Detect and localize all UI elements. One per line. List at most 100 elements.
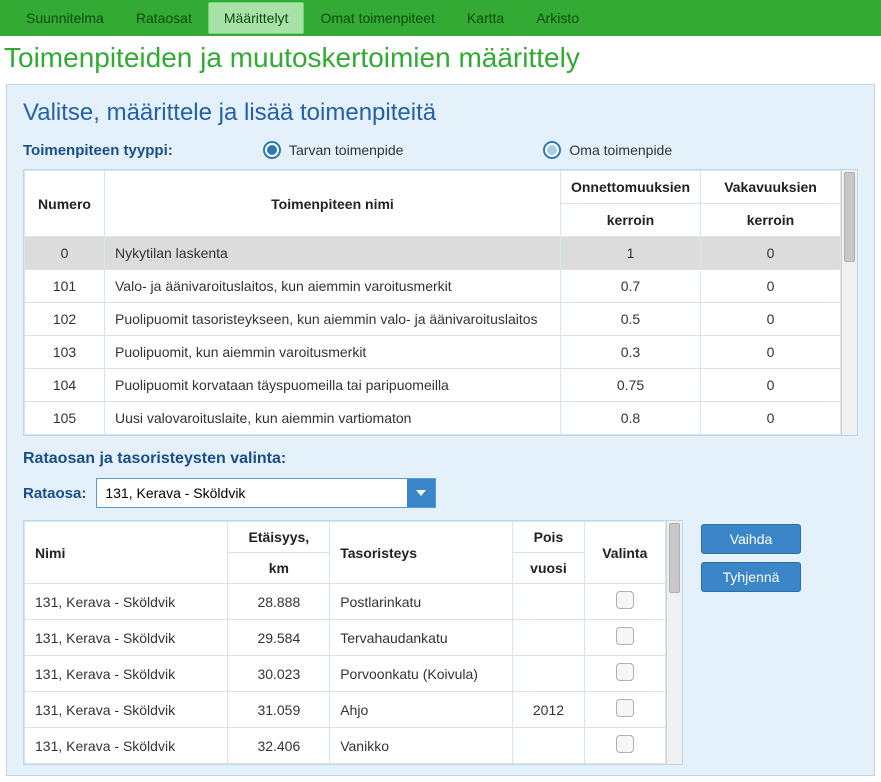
nav-item-arkisto[interactable]: Arkisto [520,2,595,34]
radio-oma[interactable]: Oma toimenpide [543,141,672,159]
rataosa-input[interactable] [97,479,407,507]
scroll-thumb[interactable] [669,523,680,593]
cell-et: 29.584 [228,620,330,656]
table-row[interactable]: 131, Kerava - Sköldvik30.023Porvoonkatu … [25,656,666,692]
table-row[interactable]: 105Uusi valovaroituslaite, kun aiemmin v… [25,402,841,435]
header-cross-pv[interactable]: Pois [513,522,584,553]
cell-num: 0 [25,237,105,270]
scroll-thumb[interactable] [844,172,855,262]
cell-name: Puolipuomit tasoristeykseen, kun aiemmin… [105,303,561,336]
cell-name: Nykytilan laskenta [105,237,561,270]
cell-name: Valo- ja äänivaroituslaitos, kun aiemmin… [105,270,561,303]
cell-onn: 1 [560,237,700,270]
cell-pv: 2012 [513,692,584,728]
header-numero[interactable]: Numero [25,171,105,237]
radio-icon [263,141,281,159]
cell-nimi: 131, Kerava - Sköldvik [25,656,228,692]
header-cross-pv-sub[interactable]: vuosi [513,553,584,584]
section2-title: Rataosan ja tasoristeysten valinta: [23,450,858,468]
section-title: Valitse, määrittele ja lisää toimenpitei… [23,99,858,127]
nav-item-omat-toimenpiteet[interactable]: Omat toimenpiteet [304,2,450,34]
cell-num: 104 [25,369,105,402]
crossings-scrollbar[interactable] [666,521,682,764]
cell-nimi: 131, Kerava - Sköldvik [25,584,228,620]
header-cross-taso[interactable]: Tasoristeys [330,522,513,584]
cell-et: 31.059 [228,692,330,728]
cell-onn: 0.7 [560,270,700,303]
checkbox[interactable] [616,663,634,681]
measures-body: 0Nykytilan laskenta10101Valo- ja äänivar… [25,237,841,435]
measures-table: Numero Toimenpiteen nimi Onnettomuuksien… [24,170,841,435]
header-nimi[interactable]: Toimenpiteen nimi [105,171,561,237]
cell-pv [513,620,584,656]
cell-onn: 0.75 [560,369,700,402]
table-row[interactable]: 103Puolipuomit, kun aiemmin varoitusmerk… [25,336,841,369]
cell-vak: 0 [701,402,841,435]
cell-num: 103 [25,336,105,369]
cell-pv [513,656,584,692]
table-row[interactable]: 131, Kerava - Sköldvik29.584Tervahaudank… [25,620,666,656]
table-row[interactable]: 104Puolipuomit korvataan täyspuomeilla t… [25,369,841,402]
nav-item-rataosat[interactable]: Rataosat [120,2,208,34]
radio-tarva-label: Tarvan toimenpide [289,142,403,158]
nav-item-suunnitelma[interactable]: Suunnitelma [10,2,120,34]
cell-onn: 0.8 [560,402,700,435]
cell-num: 105 [25,402,105,435]
cell-nimi: 131, Kerava - Sköldvik [25,692,228,728]
header-vak[interactable]: Vakavuuksien [701,171,841,204]
rataosa-row: Rataosa: [23,478,858,508]
header-onn-sub[interactable]: kerroin [560,204,700,237]
crossings-body: 131, Kerava - Sköldvik28.888Postlarinkat… [25,584,666,764]
table-row[interactable]: 101Valo- ja äänivaroituslaitos, kun aiem… [25,270,841,303]
content-panel: Valitse, määrittele ja lisää toimenpitei… [6,84,875,776]
header-cross-nimi[interactable]: Nimi [25,522,228,584]
cell-valinta [584,692,665,728]
header-cross-valinta[interactable]: Valinta [584,522,665,584]
dropdown-button[interactable] [407,479,435,507]
table-row[interactable]: 131, Kerava - Sköldvik28.888Postlarinkat… [25,584,666,620]
header-onn[interactable]: Onnettomuuksien [560,171,700,204]
header-vak-sub[interactable]: kerroin [701,204,841,237]
nav-item-maarittelyt[interactable]: Määrittelyt [208,2,305,34]
header-cross-et[interactable]: Etäisyys, [228,522,330,553]
rataosa-label: Rataosa: [23,485,86,502]
cell-taso: Ahjo [330,692,513,728]
cell-pv [513,584,584,620]
checkbox[interactable] [616,591,634,609]
nav-item-kartta[interactable]: Kartta [451,2,520,34]
measures-table-wrap: Numero Toimenpiteen nimi Onnettomuuksien… [23,169,858,436]
cell-name: Uusi valovaroituslaite, kun aiemmin vart… [105,402,561,435]
tyhjenna-button[interactable]: Tyhjennä [701,562,801,592]
type-label: Toimenpiteen tyyppi: [23,142,263,159]
cell-taso: Postlarinkatu [330,584,513,620]
measures-scrollbar[interactable] [841,170,857,435]
checkbox[interactable] [616,699,634,717]
type-row: Toimenpiteen tyyppi: Tarvan toimenpide O… [23,141,858,159]
checkbox[interactable] [616,735,634,753]
cell-num: 102 [25,303,105,336]
cell-onn: 0.3 [560,336,700,369]
table-row[interactable]: 131, Kerava - Sköldvik31.059Ahjo2012 [25,692,666,728]
radio-icon [543,141,561,159]
radio-tarva[interactable]: Tarvan toimenpide [263,141,403,159]
header-cross-et-sub[interactable]: km [228,553,330,584]
table-row[interactable]: 0Nykytilan laskenta10 [25,237,841,270]
rataosa-dropdown[interactable] [96,478,436,508]
cell-taso: Porvoonkatu (Koivula) [330,656,513,692]
cell-valinta [584,620,665,656]
table-row[interactable]: 131, Kerava - Sköldvik32.406Vanikko [25,728,666,764]
vaihda-button[interactable]: Vaihda [701,524,801,554]
chevron-down-icon [416,490,426,496]
table-row[interactable]: 102Puolipuomit tasoristeykseen, kun aiem… [25,303,841,336]
cell-valinta [584,656,665,692]
cell-vak: 0 [701,303,841,336]
cell-name: Puolipuomit korvataan täyspuomeilla tai … [105,369,561,402]
cell-valinta [584,584,665,620]
cell-num: 101 [25,270,105,303]
top-nav: Suunnitelma Rataosat Määrittelyt Omat to… [0,0,881,36]
checkbox[interactable] [616,627,634,645]
cell-nimi: 131, Kerava - Sköldvik [25,620,228,656]
page-title: Toimenpiteiden ja muutoskertoimien määri… [4,42,877,74]
cell-et: 32.406 [228,728,330,764]
crossings-table: Nimi Etäisyys, Tasoristeys Pois Valinta … [24,521,666,764]
